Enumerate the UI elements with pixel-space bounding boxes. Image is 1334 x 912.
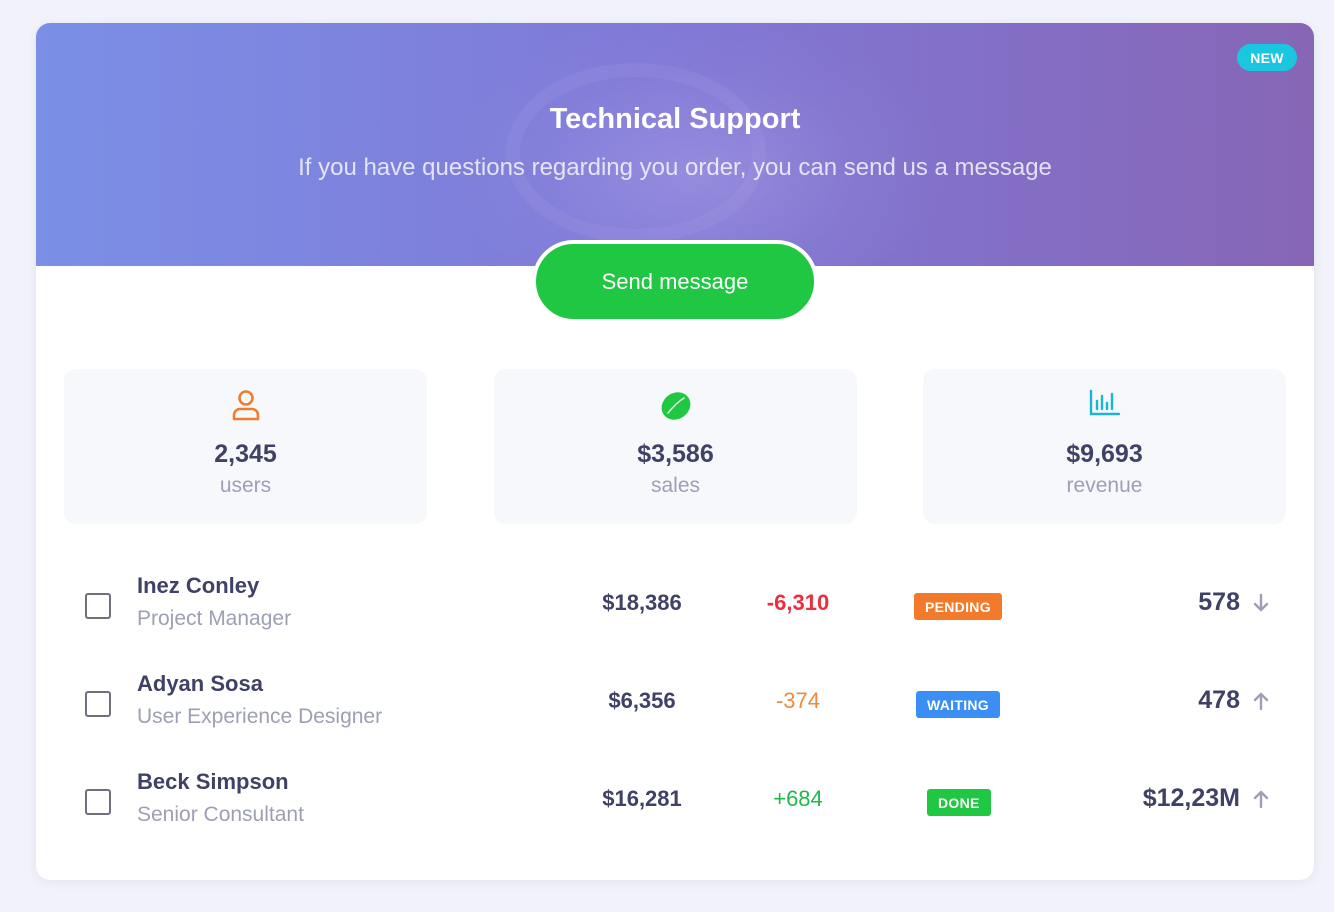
row-metric: 578 (1198, 588, 1240, 616)
stat-card-sales: $3,586 sales (494, 369, 857, 524)
support-banner: NEW Technical Support If you have questi… (36, 23, 1314, 266)
row-metric: 478 (1198, 686, 1240, 714)
stat-card-users: 2,345 users (64, 369, 427, 524)
row-amount: $6,356 (608, 688, 676, 713)
row-delta: -6,310 (766, 590, 830, 615)
support-card: NEW Technical Support If you have questi… (36, 23, 1314, 880)
send-message-button[interactable]: Send message (532, 240, 818, 323)
stat-card-revenue: $9,693 revenue (923, 369, 1286, 524)
row-delta: +684 (773, 786, 823, 811)
row-delta: -374 (775, 688, 821, 713)
person-role: Senior Consultant (137, 803, 304, 826)
stat-value: $3,586 (637, 440, 714, 468)
row-amount: $16,281 (602, 786, 682, 811)
banner-subtitle: If you have questions regarding you orde… (298, 154, 1052, 181)
stat-value: 2,345 (214, 440, 277, 468)
row-checkbox[interactable] (85, 789, 111, 815)
person-role: Project Manager (137, 607, 292, 630)
arrow-down-icon (1252, 592, 1270, 614)
arrow-up-icon (1252, 788, 1270, 810)
person-role: User Experience Designer (137, 705, 383, 728)
lemon-icon (494, 389, 857, 425)
row-checkbox[interactable] (85, 691, 111, 717)
table-row: Inez Conley Project Manager $18,386 -6,3… (36, 556, 1314, 654)
arrow-up-icon (1252, 690, 1270, 712)
row-metric: $12,23M (1142, 784, 1240, 812)
stat-label: users (219, 474, 272, 497)
status-badge: PENDING (914, 593, 1002, 620)
row-amount: $18,386 (602, 590, 682, 615)
person-name: Adyan Sosa (137, 671, 263, 696)
new-badge: NEW (1237, 44, 1297, 71)
stat-value: $9,693 (1066, 440, 1143, 468)
user-icon (64, 389, 427, 425)
banner-title: Technical Support (549, 103, 801, 135)
status-badge: WAITING (916, 691, 1000, 718)
status-badge: DONE (927, 789, 991, 816)
bar-chart-icon (923, 389, 1286, 425)
stat-label: revenue (1066, 474, 1143, 497)
person-name: Inez Conley (137, 573, 260, 598)
table-row: Beck Simpson Senior Consultant $16,281 +… (36, 752, 1314, 850)
person-name: Beck Simpson (137, 769, 289, 794)
stat-label: sales (650, 474, 701, 497)
row-checkbox[interactable] (85, 593, 111, 619)
banner-background-swirl (506, 63, 766, 243)
table-row: Adyan Sosa User Experience Designer $6,3… (36, 654, 1314, 752)
